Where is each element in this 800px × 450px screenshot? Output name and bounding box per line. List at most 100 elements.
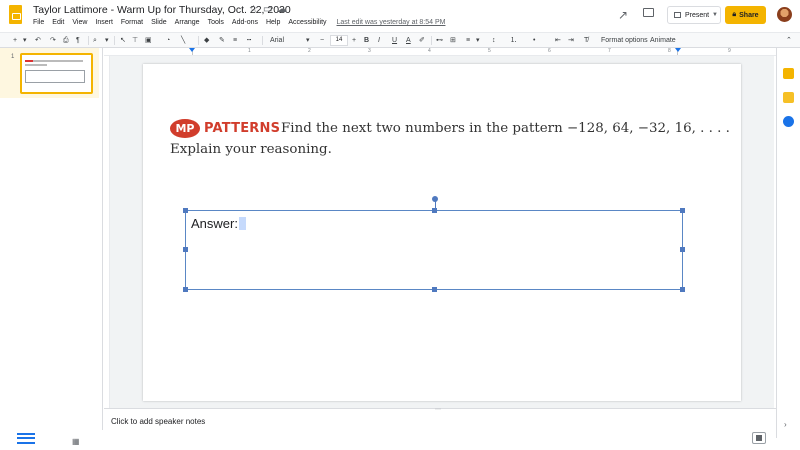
paint-format-icon[interactable]: ¶ xyxy=(76,35,80,46)
menu-arrange[interactable]: Arrange xyxy=(175,19,200,26)
zoom-icon[interactable]: ⌕ xyxy=(93,35,97,46)
align-icon[interactable]: ≡ xyxy=(466,35,470,46)
explore-icon[interactable] xyxy=(752,432,766,444)
present-label: Present xyxy=(685,11,710,19)
format-options-button[interactable]: Format options xyxy=(601,35,648,46)
menu-slide[interactable]: Slide xyxy=(151,19,167,26)
zoom-chevron-icon[interactable]: ▾ xyxy=(105,35,109,46)
shape-icon[interactable]: ◔ xyxy=(166,35,170,46)
rotate-handle[interactable] xyxy=(432,196,438,202)
fill-color-icon[interactable]: ◆ xyxy=(204,35,209,46)
resize-handle-right[interactable] xyxy=(680,247,685,252)
align-chevron-icon[interactable]: ▾ xyxy=(476,35,480,46)
mp-badge: MP xyxy=(170,119,200,138)
answer-label: Answer: xyxy=(191,216,238,231)
lock-icon: 🔒︎ xyxy=(732,11,737,18)
folder-icon[interactable]: ▭ xyxy=(263,4,272,15)
slides-logo-icon[interactable] xyxy=(9,5,22,24)
image-icon[interactable]: ▣ xyxy=(145,35,152,46)
resize-handle-tr[interactable] xyxy=(680,208,685,213)
problem-text-line2: Explain your reasoning. xyxy=(170,142,332,157)
collapse-toolbar-icon[interactable]: ⌃ xyxy=(786,35,792,46)
border-dash-icon[interactable]: ┅ xyxy=(247,35,251,46)
star-icon[interactable]: ☆ xyxy=(249,4,258,15)
menu-add-ons[interactable]: Add-ons xyxy=(232,19,258,26)
cloud-status-icon[interactable]: ☁ xyxy=(277,4,287,15)
share-label: Share xyxy=(739,11,759,19)
menu-tools[interactable]: Tools xyxy=(208,19,224,26)
notes-resize-handle[interactable]: ⋯ xyxy=(435,406,442,413)
activity-dashboard-icon[interactable]: ↗ xyxy=(618,8,628,22)
ruler-number: 3 xyxy=(368,48,371,54)
ruler-number: 7 xyxy=(608,48,611,54)
resize-handle-left[interactable] xyxy=(183,247,188,252)
keep-icon[interactable] xyxy=(783,68,794,79)
italic-button[interactable]: I xyxy=(378,35,380,46)
right-indent-marker[interactable] xyxy=(675,48,681,52)
line-icon[interactable]: ╲ xyxy=(181,35,185,46)
left-indent-marker[interactable] xyxy=(189,48,195,52)
resize-handle-bottom[interactable] xyxy=(432,287,437,292)
new-slide-chevron-icon[interactable]: ▾ xyxy=(23,35,27,46)
border-color-icon[interactable]: ✎ xyxy=(219,35,225,46)
bold-button[interactable]: B xyxy=(364,35,369,46)
text-box-icon[interactable]: ⊤ xyxy=(132,35,138,46)
line-spacing-icon[interactable]: ↕ xyxy=(492,35,496,46)
answer-text-box[interactable]: Answer: xyxy=(183,196,685,292)
resize-handle-br[interactable] xyxy=(680,287,685,292)
increase-font-icon[interactable]: + xyxy=(352,35,356,46)
link-icon[interactable]: ⊷ xyxy=(436,35,443,46)
slide-thumbnail[interactable] xyxy=(20,53,93,94)
slide-thumbnail-row[interactable]: 1 xyxy=(0,48,99,98)
tasks-icon[interactable] xyxy=(783,116,794,127)
menu-file[interactable]: File xyxy=(33,19,44,26)
border-weight-icon[interactable]: ≡ xyxy=(233,35,237,46)
ruler-number: 2 xyxy=(308,48,311,54)
print-icon[interactable]: ⎙ xyxy=(63,35,69,46)
decrease-font-icon[interactable]: − xyxy=(320,35,324,46)
resize-handle-tl[interactable] xyxy=(183,208,188,213)
filmstrip-view-icon[interactable] xyxy=(17,433,35,445)
menu-help[interactable]: Help xyxy=(266,19,280,26)
ruler-number: 6 xyxy=(548,48,551,54)
clear-formatting-icon[interactable]: T̸ xyxy=(584,35,588,46)
ruler-number: 1 xyxy=(248,48,251,54)
font-chevron-icon[interactable]: ▾ xyxy=(306,35,310,46)
numbered-list-icon[interactable]: ⒈ xyxy=(510,35,517,46)
bulleted-list-icon[interactable]: • xyxy=(533,35,535,46)
speaker-notes-placeholder[interactable]: Click to add speaker notes xyxy=(111,417,205,426)
menu-bar: File Edit View Insert Format Slide Arran… xyxy=(33,19,453,26)
menu-format[interactable]: Format xyxy=(121,19,143,26)
calendar-icon[interactable] xyxy=(783,92,794,103)
comment-add-icon[interactable]: ⊞ xyxy=(450,35,456,46)
ruler-number: 9 xyxy=(728,48,731,54)
grid-view-icon[interactable]: ▦ xyxy=(72,437,80,446)
slide[interactable]: MP PATTERNS Find the next two numbers in… xyxy=(143,64,741,401)
decrease-indent-icon[interactable]: ⇤ xyxy=(555,35,561,46)
expand-panel-icon[interactable]: › xyxy=(784,420,787,429)
speaker-notes[interactable]: ⋯ Click to add speaker notes xyxy=(104,406,776,438)
menu-insert[interactable]: Insert xyxy=(95,19,113,26)
share-button[interactable]: 🔒︎ Share xyxy=(725,6,766,24)
answer-text[interactable]: Answer: xyxy=(191,216,246,231)
present-options-chevron-icon[interactable]: ▼ xyxy=(712,12,718,18)
select-cursor-icon[interactable]: ↖ xyxy=(120,35,126,46)
last-edit-link[interactable]: Last edit was yesterday at 8:54 PM xyxy=(337,19,446,26)
menu-edit[interactable]: Edit xyxy=(52,19,64,26)
menu-view[interactable]: View xyxy=(72,19,87,26)
font-size-input[interactable]: 14 xyxy=(330,35,348,46)
comment-history-icon[interactable] xyxy=(643,8,654,17)
menu-accessibility[interactable]: Accessibility xyxy=(288,19,326,26)
highlight-icon[interactable]: ✐ xyxy=(419,35,425,46)
animate-button[interactable]: Animate xyxy=(650,35,676,46)
increase-indent-icon[interactable]: ⇥ xyxy=(568,35,574,46)
resize-handle-bl[interactable] xyxy=(183,287,188,292)
new-slide-icon[interactable]: + xyxy=(13,35,17,46)
slide-filmstrip: 1 ▦ xyxy=(0,48,103,446)
resize-handle-top[interactable] xyxy=(432,208,437,213)
redo-icon[interactable]: ↷ xyxy=(50,35,56,46)
account-avatar[interactable] xyxy=(777,7,792,22)
text-color-button[interactable]: A xyxy=(406,35,411,46)
undo-icon[interactable]: ↶ xyxy=(35,35,41,46)
underline-button[interactable]: U xyxy=(392,35,397,46)
